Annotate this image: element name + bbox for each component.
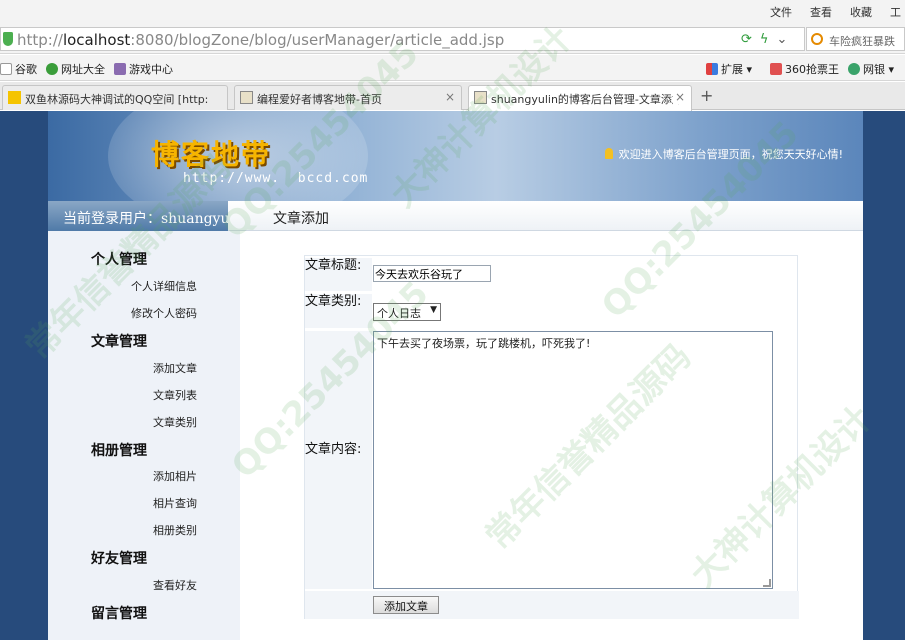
security-shield-icon (3, 32, 13, 46)
search-icon (811, 33, 823, 45)
chevron-down-icon[interactable]: ⌄ (776, 32, 787, 47)
sidebar-item-article-category[interactable]: 文章类别 (153, 414, 197, 430)
tab-article-add[interactable]: shuangyulin的博客后台管理-文章添加 × (468, 85, 692, 111)
sidebar-group-album: 相册管理 (91, 443, 147, 459)
tab-qq-space[interactable]: 双鱼林源码大神调试的QQ空间 [http: (2, 85, 228, 110)
page-container: 博客地带 http://www. bccd.com 欢迎进入博客后台管理页面，祝… (48, 111, 863, 640)
bookmark-game-center[interactable]: 游戏中心 (114, 61, 173, 77)
sidebar-group-messages: 留言管理 (91, 606, 147, 622)
grid-icon (706, 63, 718, 75)
category-select[interactable]: 个人日志 ▼ (373, 303, 441, 321)
extensions-button[interactable]: 扩展 ▾ (706, 61, 752, 77)
title-label: 文章标题: (305, 258, 372, 291)
sidebar-item-add-photo[interactable]: 添加相片 (153, 468, 197, 484)
tab-strip: 双鱼林源码大神调试的QQ空间 [http: 编程爱好者博客地带-首页 × shu… (0, 82, 905, 111)
site-banner: 博客地带 http://www. bccd.com 欢迎进入博客后台管理页面，祝… (48, 111, 863, 201)
bookmarks-bar: 谷歌 网址大全 游戏中心 扩展 ▾ 360抢票王 网银 ▾ (0, 55, 905, 81)
new-tab-button[interactable]: + (700, 86, 713, 105)
resize-handle-icon[interactable] (763, 579, 771, 587)
article-form: 文章标题: 文章类别: 个人日志 ▼ 文章内容: 下午去买了夜场票，玩了跳楼机，… (304, 255, 799, 619)
status-bar: 当前登录用户：shuangyulin 文章添加 (48, 201, 863, 231)
site-url: http://www. bccd.com (183, 171, 369, 186)
address-bar: http://localhost:8080/blogZone/blog/user… (0, 24, 905, 54)
form-actions: 添加文章 (305, 591, 799, 619)
sidebar-group-article: 文章管理 (91, 334, 147, 350)
globe-icon (46, 63, 58, 75)
page-favicon-icon (240, 91, 253, 104)
ticket-icon (770, 63, 782, 75)
star-icon (8, 91, 21, 104)
browser-menubar: › 文件 查看 收藏 工 (0, 0, 905, 24)
online-bank-button[interactable]: 网银 ▾ (848, 61, 894, 77)
dropdown-arrow-icon: ▼ (430, 305, 437, 315)
sidebar-item-photo-query[interactable]: 相片查询 (153, 495, 197, 511)
category-label: 文章类别: (305, 294, 372, 328)
url-text: http://localhost:8080/blogZone/blog/user… (17, 31, 505, 49)
bank-icon (848, 63, 860, 75)
content-textarea[interactable]: 下午去买了夜场票，玩了跳楼机，吓死我了! (373, 331, 773, 589)
bookmark-site-directory[interactable]: 网址大全 (46, 61, 105, 77)
sidebar-group-friends: 好友管理 (91, 551, 147, 567)
refresh-icon[interactable]: ⟳ (741, 32, 752, 47)
add-article-button[interactable]: 添加文章 (373, 596, 439, 614)
site-logo: 博客地带 (151, 138, 272, 171)
close-icon[interactable]: × (445, 90, 455, 104)
current-user: 当前登录用户：shuangyulin (48, 201, 228, 231)
menu-favorites[interactable]: 收藏 (850, 4, 872, 20)
sidebar-item-change-password[interactable]: 修改个人密码 (131, 305, 197, 321)
menu-view[interactable]: 查看 (810, 4, 832, 20)
sidebar-item-article-list[interactable]: 文章列表 (153, 387, 197, 403)
ticket-tool-button[interactable]: 360抢票王 (770, 61, 839, 77)
sidebar-item-view-friends[interactable]: 查看好友 (153, 577, 197, 593)
welcome-message: 欢迎进入博客后台管理页面，祝您天天好心情! (604, 146, 843, 162)
sidebar-item-profile[interactable]: 个人详细信息 (131, 278, 197, 294)
gamepad-icon (114, 63, 126, 75)
search-input[interactable]: 车险疯狂暴跌 (806, 27, 905, 51)
close-icon[interactable]: × (672, 90, 685, 104)
page-background: 博客地带 http://www. bccd.com 欢迎进入博客后台管理页面，祝… (0, 111, 905, 640)
sidebar-item-add-article[interactable]: 添加文章 (153, 360, 197, 376)
page-favicon-icon (474, 91, 487, 104)
sidebar-item-album-category[interactable]: 相册类别 (153, 522, 197, 538)
user-icon (604, 148, 613, 159)
menu-tools[interactable]: 工 (890, 4, 901, 20)
title-input[interactable] (373, 265, 491, 282)
sidebar: 个人管理 个人详细信息 修改个人密码 文章管理 添加文章 文章列表 文章类别 相… (48, 231, 240, 640)
tab-blog-home[interactable]: 编程爱好者博客地带-首页 × (234, 85, 462, 110)
url-input[interactable]: http://localhost:8080/blogZone/blog/user… (0, 27, 805, 51)
page-title: 文章添加 (273, 211, 329, 227)
menu-file[interactable]: 文件 (770, 4, 792, 20)
content-label: 文章内容: (305, 331, 372, 589)
sidebar-group-personal: 个人管理 (91, 252, 147, 268)
bookmark-google[interactable]: 谷歌 (0, 61, 37, 77)
page-icon (0, 63, 12, 75)
lightning-icon[interactable]: ϟ (760, 32, 769, 47)
